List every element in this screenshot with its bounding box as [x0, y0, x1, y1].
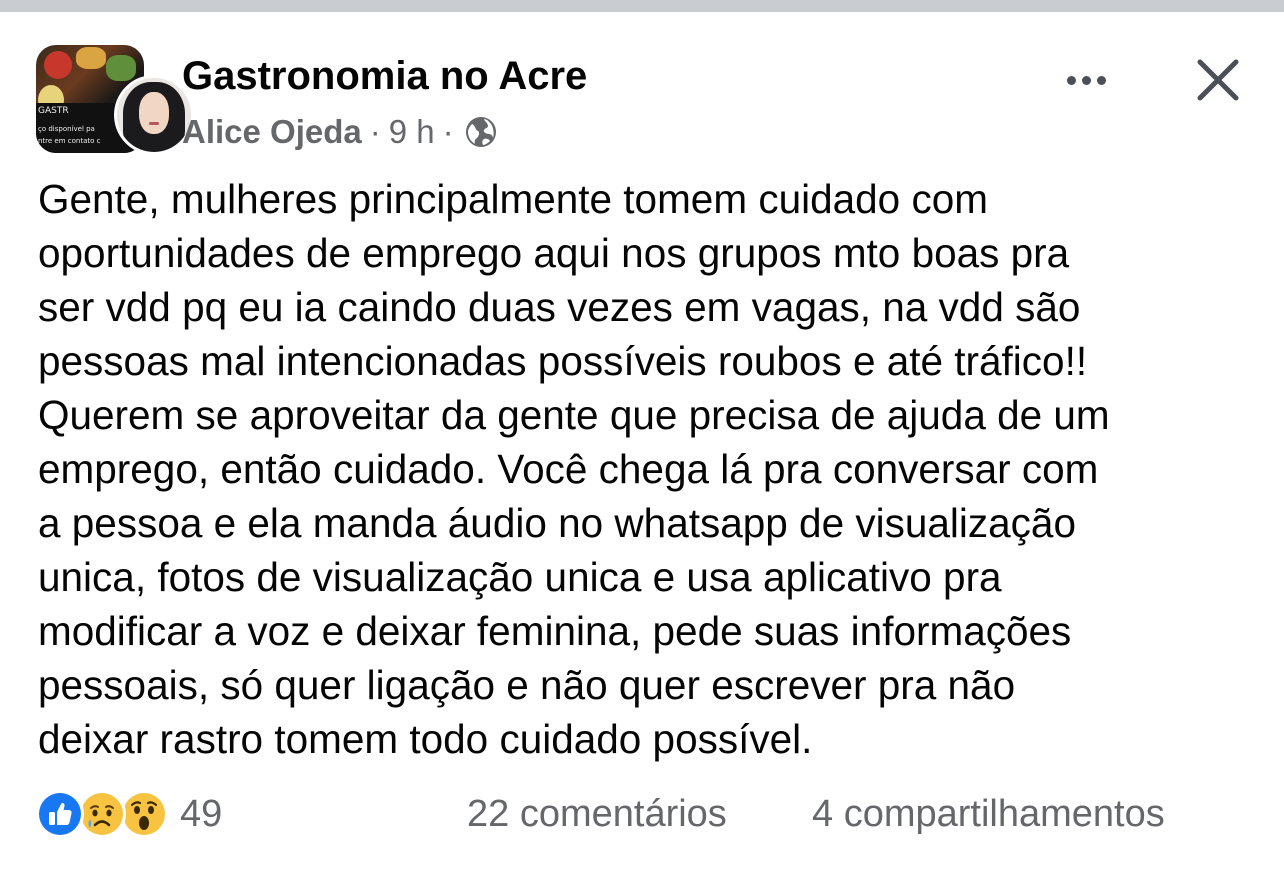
group-avatar-label: GASTR — [38, 106, 69, 116]
wow-icon — [120, 790, 168, 838]
reactions-summary[interactable]: 49 — [36, 788, 222, 840]
meta-separator: · — [369, 113, 381, 150]
sad-icon — [78, 790, 126, 838]
more-horizontal-icon — [1066, 75, 1076, 85]
author-avatar-lip — [149, 122, 159, 125]
group-avatar-food — [106, 55, 136, 81]
globe-icon — [464, 115, 498, 149]
author-avatar-face — [139, 92, 169, 134]
more-horizontal-icon — [1081, 75, 1091, 85]
close-icon — [1197, 59, 1239, 101]
group-avatar-label: ntre em contato c — [38, 137, 101, 145]
like-icon — [36, 790, 84, 838]
group-name[interactable]: Gastronomia no Acre — [182, 52, 587, 100]
post-time[interactable]: 9 h — [389, 113, 435, 151]
top-divider — [0, 0, 1284, 12]
shares-count-link[interactable]: 4 compartilhamentos — [812, 788, 1165, 840]
more-horizontal-icon — [1096, 75, 1106, 85]
group-avatar-food — [76, 47, 106, 69]
comments-count-link[interactable]: 22 comentários — [467, 788, 727, 840]
post-text: Gente, mulheres principalmente tomem cui… — [38, 176, 1110, 762]
post-avatar[interactable]: GASTR ço disponível pa ntre em contato c — [36, 45, 194, 157]
group-avatar-label: ço disponível pa — [38, 125, 95, 133]
reaction-count[interactable]: 49 — [180, 788, 222, 840]
author-name[interactable]: Alice Ojeda — [182, 113, 362, 151]
close-button[interactable] — [1192, 54, 1244, 106]
post-meta: Alice Ojeda · 9 h · — [182, 110, 498, 154]
group-avatar-food — [44, 51, 72, 79]
meta-separator: · — [442, 113, 454, 150]
more-options-button[interactable] — [1058, 60, 1114, 100]
